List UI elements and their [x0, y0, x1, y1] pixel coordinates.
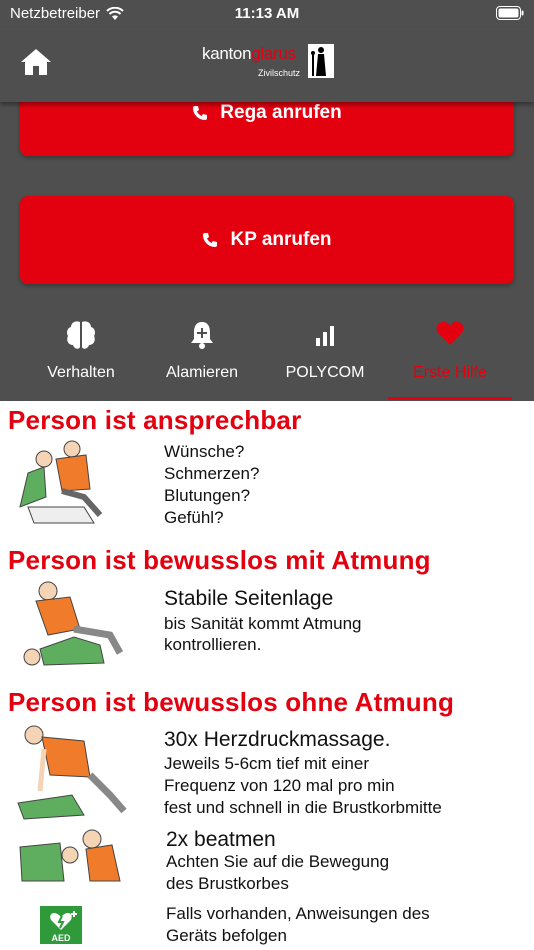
crest-icon	[308, 44, 334, 78]
kp-call-button[interactable]: KP anrufen	[20, 196, 514, 284]
app-header: kantonglarus Zivilschutz	[0, 28, 534, 102]
battery-icon	[496, 6, 524, 24]
rega-label: Rega anrufen	[220, 102, 342, 123]
aed-heart-icon	[50, 911, 77, 930]
rescue-breathing-illustration	[19, 829, 121, 882]
kp-label: KP anrufen	[230, 229, 332, 250]
tab-verhalten[interactable]: Verhalten	[22, 310, 140, 400]
bell-plus-icon	[191, 322, 213, 349]
heading-bewusslos-mit-atmung: Person ist bewusslos mit Atmung	[8, 545, 431, 575]
first-aid-content: Person ist ansprechbar Wünsche? Schmerze…	[0, 401, 534, 950]
tab-erste-hilfe[interactable]: Erste Hilfe	[388, 310, 512, 400]
tab-bar: Verhalten Alamieren POLYCOM Erste Hilfe	[0, 310, 534, 400]
aed-label: AED	[51, 933, 71, 943]
heading-bewusslos-ohne-atmung: Person ist bewusslos ohne Atmung	[8, 687, 455, 717]
phone-icon	[193, 106, 208, 120]
signal-bars-icon	[316, 326, 334, 346]
home-button[interactable]	[20, 47, 54, 79]
heading-ansprechbar: Person ist ansprechbar	[8, 405, 302, 435]
clock: 11:13 AM	[234, 5, 300, 22]
cpr-illustration	[17, 725, 127, 820]
heart-icon	[436, 321, 464, 345]
talking-to-person-illustration	[19, 440, 103, 524]
active-tab-indicator	[388, 397, 512, 400]
status-bar: Netzbetreiber 11:13 AM	[0, 0, 534, 28]
home-icon	[21, 49, 51, 75]
tab-alamieren[interactable]: Alamieren	[150, 310, 254, 400]
phone-icon	[203, 233, 218, 247]
recovery-position-illustration	[23, 581, 124, 666]
tab-polycom[interactable]: POLYCOM	[270, 310, 380, 400]
aed-badge: AED	[40, 906, 82, 944]
kanton-glarus-logo: kantonglarus Zivilschutz	[200, 42, 340, 86]
brain-icon	[67, 321, 95, 349]
